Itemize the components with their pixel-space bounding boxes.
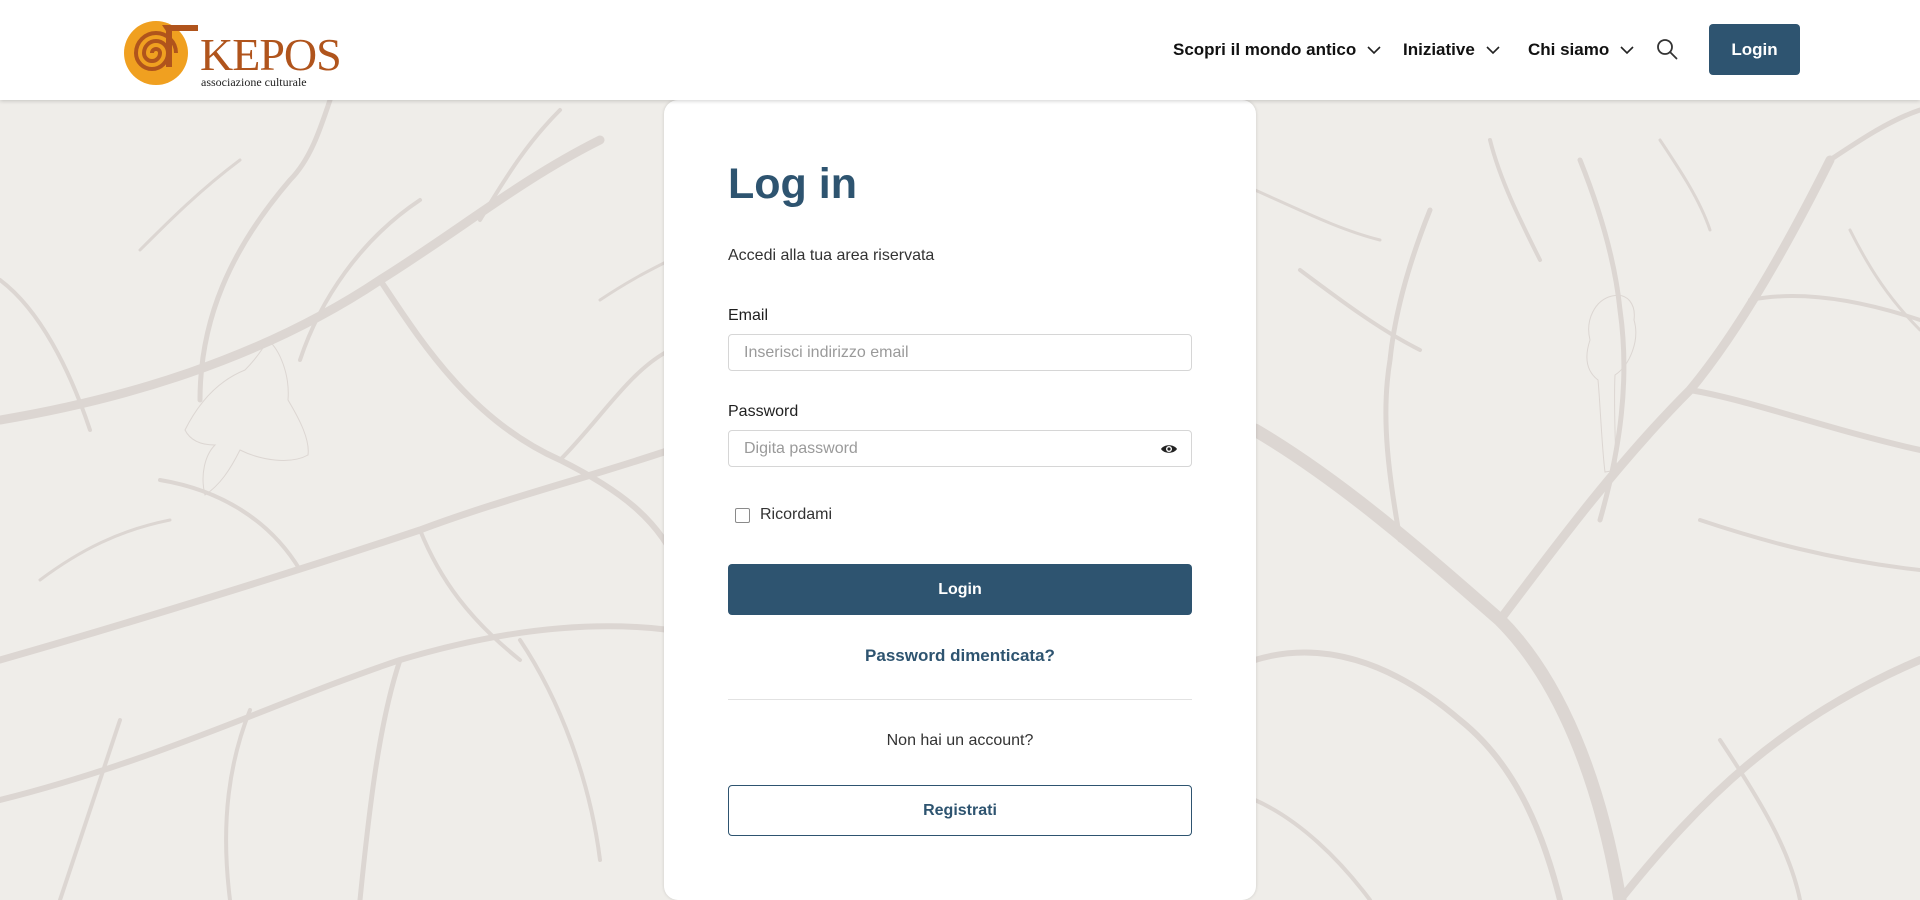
remember-label[interactable]: Ricordami	[760, 506, 832, 524]
email-field[interactable]	[728, 334, 1192, 371]
chevron-down-icon	[1620, 46, 1634, 55]
page-title: Log in	[728, 160, 857, 208]
divider	[728, 699, 1192, 700]
nav-item-label: Iniziative	[1403, 40, 1475, 59]
password-field[interactable]	[728, 430, 1192, 467]
brand-tagline: associazione culturale	[201, 75, 307, 89]
login-card: Log in Accedi alla tua area riservata Em…	[664, 100, 1256, 900]
eye-icon[interactable]	[1160, 442, 1178, 456]
brand-logo[interactable]: KEPOS associazione culturale	[122, 17, 342, 89]
remember-checkbox[interactable]	[735, 508, 750, 523]
chevron-down-icon	[1486, 46, 1500, 55]
nav-item-scopri[interactable]: Scopri il mondo antico	[1173, 40, 1381, 60]
no-account-text: Non hai un account?	[886, 732, 1034, 749]
spiral-logo-icon	[124, 21, 198, 85]
forgot-password-link[interactable]: Password dimenticata?	[728, 646, 1192, 666]
header-login-button[interactable]: Login	[1709, 24, 1800, 75]
brand-name: KEPOS	[200, 29, 342, 80]
nav-item-label: Chi siamo	[1528, 40, 1610, 59]
register-button[interactable]: Registrati	[728, 785, 1192, 836]
main-nav-2: Iniziative	[1403, 0, 1500, 100]
main-nav: Scopri il mondo antico	[1173, 0, 1381, 100]
chevron-down-icon	[1367, 46, 1381, 55]
nav-item-chi-siamo[interactable]: Chi siamo	[1528, 40, 1634, 60]
login-submit-button[interactable]: Login	[728, 564, 1192, 615]
email-label: Email	[728, 307, 769, 324]
password-label: Password	[728, 403, 799, 420]
login-subtitle: Accedi alla tua area riservata	[728, 247, 935, 264]
nav-item-iniziative[interactable]: Iniziative	[1403, 40, 1500, 60]
main-nav-3: Chi siamo	[1528, 0, 1634, 100]
site-header: KEPOS associazione culturale Scopri il m…	[0, 0, 1920, 100]
nav-item-label: Scopri il mondo antico	[1173, 40, 1357, 59]
search-icon[interactable]	[1656, 38, 1678, 60]
